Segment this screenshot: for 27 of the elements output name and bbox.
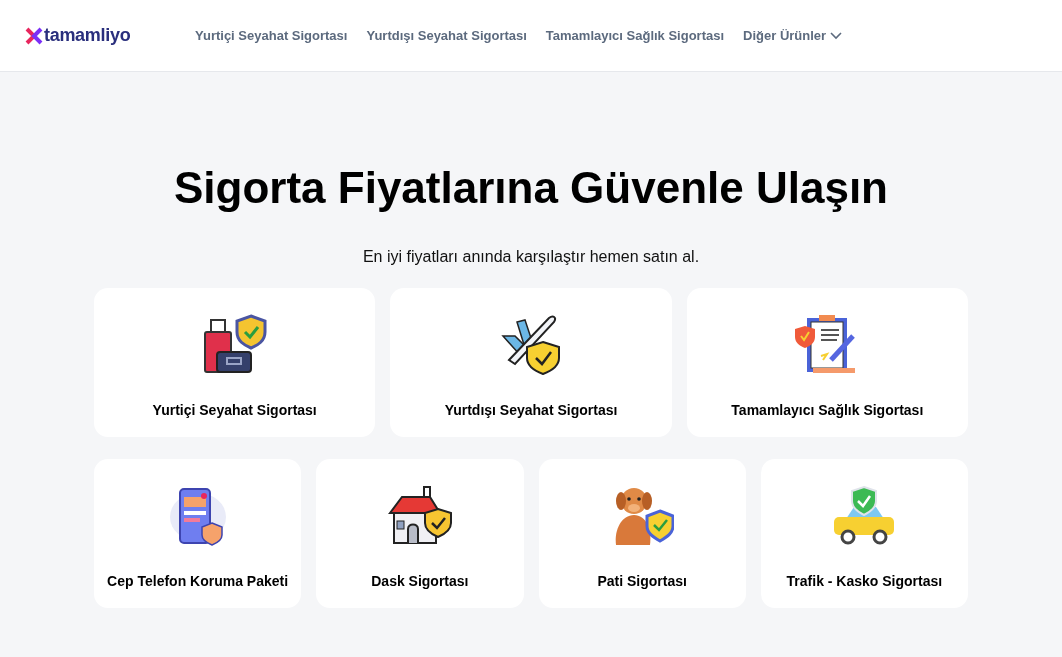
luggage-shield-icon	[202, 314, 267, 376]
product-label: Yurtdışı Seyahat Sigortası	[444, 402, 618, 418]
plane-shield-icon	[499, 314, 563, 376]
product-card[interactable]: Pati Sigortası	[538, 459, 746, 608]
product-card[interactable]: Trafik - Kasko Sigortası	[760, 459, 968, 608]
house-shield-icon	[387, 485, 452, 547]
product-card[interactable]: Yurtiçi Seyahat Sigortası	[94, 288, 376, 437]
product-card[interactable]: Yurtdışı Seyahat Sigortası	[390, 288, 672, 437]
product-label: Cep Telefon Koruma Paketi	[107, 573, 289, 589]
nav-link[interactable]: Yurtdışı Seyahat Sigortası	[366, 28, 527, 43]
logo-mark-icon[interactable]	[25, 26, 43, 45]
product-card[interactable]: Tamamlayıcı Sağlık Sigortası	[686, 288, 968, 437]
product-label: Dask Sigortası	[371, 573, 469, 589]
chevron-down-icon	[830, 31, 843, 40]
logo-text[interactable]: tamamliyo	[44, 25, 131, 46]
hero-title: Sigorta Fiyatlarına Güvenle Ulaşın	[174, 162, 888, 214]
product-card[interactable]: Cep Telefon Koruma Paketi	[94, 459, 302, 608]
product-label: Yurtiçi Seyahat Sigortası	[152, 402, 317, 418]
product-label: Pati Sigortası	[597, 573, 687, 589]
hero-subtitle: En iyi fiyatları anında karşılaştır hemen satın al.	[362, 248, 700, 266]
product-label: Trafik - Kasko Sigortası	[786, 573, 943, 589]
nav-dropdown[interactable]: Diğer Ürünler	[743, 28, 843, 43]
product-card[interactable]: Dask Sigortası	[316, 459, 524, 608]
product-label: Tamamlayıcı Sağlık Sigortası	[731, 402, 924, 418]
car-shield-icon	[832, 485, 897, 547]
nav-link[interactable]: Yurtiçi Seyahat Sigortası	[195, 28, 348, 43]
nav-link[interactable]: Tamamlayıcı Sağlık Sigortası	[545, 28, 725, 43]
